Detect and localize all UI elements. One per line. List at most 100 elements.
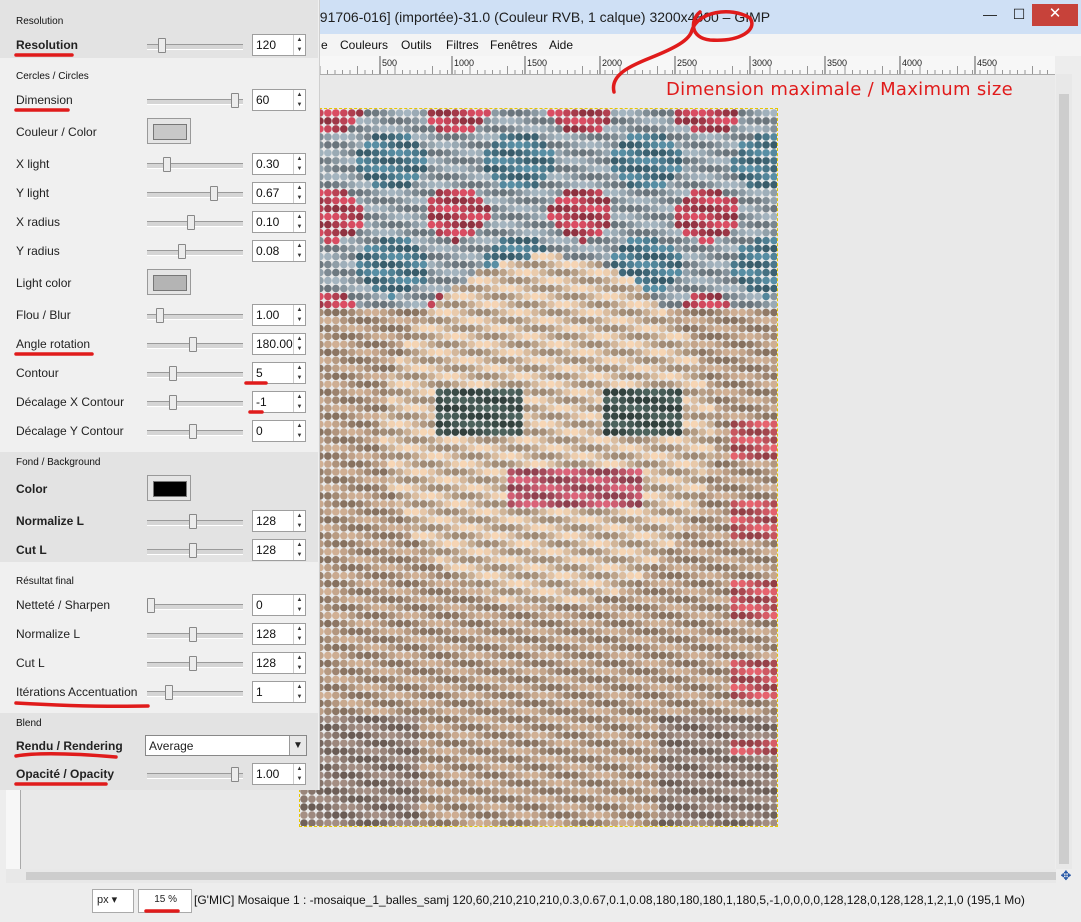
param-spinbox[interactable]: 0.08 ▲ ▼	[252, 240, 306, 262]
menu-item-couleurs[interactable]: Couleurs	[340, 38, 388, 52]
param-spinbox[interactable]: 120 ▲ ▼	[252, 34, 306, 56]
status-message: [G'MIC] Mosaique 1 : -mosaique_1_balles_…	[194, 893, 1025, 907]
param-spinbox[interactable]: 1.00 ▲ ▼	[252, 763, 306, 785]
rendering-select[interactable]: Average ▼	[145, 735, 307, 756]
horizontal-ruler[interactable]: 500 1000 1500 2000 2500 3000 3500 4000 4500	[320, 56, 1055, 75]
spin-arrows-icon[interactable]: ▲ ▼	[293, 305, 305, 325]
param-slider[interactable]	[147, 656, 243, 671]
spin-arrows-icon[interactable]: ▲ ▼	[293, 540, 305, 560]
slider-thumb[interactable]	[147, 598, 155, 613]
navigate-icon[interactable]: ✥	[1058, 869, 1074, 883]
param-slider[interactable]	[147, 308, 243, 323]
slider-thumb[interactable]	[189, 424, 197, 439]
param-slider[interactable]	[147, 38, 243, 53]
param-spinbox[interactable]: 1.00 ▲ ▼	[252, 304, 306, 326]
param-spinbox[interactable]: 1 ▲ ▼	[252, 681, 306, 703]
slider-thumb[interactable]	[231, 767, 239, 782]
param-label: Normalize L	[16, 627, 81, 641]
menu-item-filtres[interactable]: Filtres	[446, 38, 479, 52]
spin-arrows-icon[interactable]: ▲ ▼	[293, 35, 305, 55]
slider-thumb[interactable]	[189, 627, 197, 642]
param-spinbox[interactable]: 0 ▲ ▼	[252, 420, 306, 442]
vertical-scrollbar[interactable]	[1056, 74, 1072, 869]
param-value: 128	[256, 656, 277, 670]
param-slider[interactable]	[147, 767, 243, 782]
slider-thumb[interactable]	[163, 157, 171, 172]
close-button[interactable]: ✕	[1032, 4, 1078, 26]
spin-arrows-icon[interactable]: ▲ ▼	[293, 241, 305, 261]
param-spinbox[interactable]: 0 ▲ ▼	[252, 594, 306, 616]
zoom-select[interactable]: 15 %	[138, 889, 192, 913]
param-slider[interactable]	[147, 424, 243, 439]
param-slider[interactable]	[147, 543, 243, 558]
param-spinbox[interactable]: 0.10 ▲ ▼	[252, 211, 306, 233]
slider-thumb[interactable]	[165, 685, 173, 700]
spin-arrows-icon[interactable]: ▲ ▼	[293, 363, 305, 383]
slider-thumb[interactable]	[189, 337, 197, 352]
minimize-button[interactable]: —	[974, 4, 1006, 26]
spin-arrows-icon[interactable]: ▲ ▼	[293, 154, 305, 174]
slider-thumb[interactable]	[231, 93, 239, 108]
spin-arrows-icon[interactable]: ▲ ▼	[293, 764, 305, 784]
horizontal-scrollbar[interactable]	[6, 869, 1056, 883]
param-slider[interactable]	[147, 514, 243, 529]
param-slider[interactable]	[147, 157, 243, 172]
spin-arrows-icon[interactable]: ▲ ▼	[293, 392, 305, 412]
menu-item-truncated[interactable]: e	[321, 38, 328, 52]
param-spinbox[interactable]: 128 ▲ ▼	[252, 539, 306, 561]
slider-thumb[interactable]	[189, 543, 197, 558]
slider-thumb[interactable]	[158, 38, 166, 53]
param-value: 1.00	[256, 308, 280, 322]
slider-thumb[interactable]	[169, 366, 177, 381]
slider-thumb[interactable]	[187, 215, 195, 230]
param-spinbox[interactable]: -1 ▲ ▼	[252, 391, 306, 413]
slider-thumb[interactable]	[178, 244, 186, 259]
unit-select[interactable]: px ▾	[92, 889, 134, 913]
vertical-scroll-thumb[interactable]	[1059, 94, 1069, 864]
param-spinbox[interactable]: 0.67 ▲ ▼	[252, 182, 306, 204]
param-slider[interactable]	[147, 366, 243, 381]
spin-arrows-icon[interactable]: ▲ ▼	[293, 624, 305, 644]
param-slider[interactable]	[147, 186, 243, 201]
param-slider[interactable]	[147, 627, 243, 642]
spin-arrows-icon[interactable]: ▲ ▼	[293, 511, 305, 531]
param-spinbox[interactable]: 60 ▲ ▼	[252, 89, 306, 111]
ruler-tick-label: 3500	[827, 58, 847, 68]
spin-arrows-icon[interactable]: ▲ ▼	[293, 421, 305, 441]
spin-arrows-icon[interactable]: ▲ ▼	[293, 334, 305, 354]
param-slider[interactable]	[147, 685, 243, 700]
color-button[interactable]	[147, 118, 191, 144]
param-slider[interactable]	[147, 598, 243, 613]
horizontal-scroll-thumb[interactable]	[26, 872, 1056, 880]
spin-arrows-icon[interactable]: ▲ ▼	[293, 90, 305, 110]
light-color-button[interactable]	[147, 269, 191, 295]
param-spinbox[interactable]: 128 ▲ ▼	[252, 623, 306, 645]
slider-thumb[interactable]	[189, 656, 197, 671]
spin-arrows-icon[interactable]: ▲ ▼	[293, 682, 305, 702]
slider-thumb[interactable]	[210, 186, 218, 201]
param-spinbox[interactable]: 128 ▲ ▼	[252, 510, 306, 532]
spin-arrows-icon[interactable]: ▲ ▼	[293, 212, 305, 232]
param-slider[interactable]	[147, 215, 243, 230]
bg-color-button[interactable]	[147, 475, 191, 501]
slider-thumb[interactable]	[169, 395, 177, 410]
menu-item-outils[interactable]: Outils	[401, 38, 432, 52]
param-slider[interactable]	[147, 395, 243, 410]
param-slider[interactable]	[147, 93, 243, 108]
slider-thumb[interactable]	[189, 514, 197, 529]
param-slider[interactable]	[147, 244, 243, 259]
spin-arrows-icon[interactable]: ▲ ▼	[293, 595, 305, 615]
maximize-button[interactable]: ☐	[1006, 4, 1032, 26]
menu-item-fenetres[interactable]: Fenêtres	[490, 38, 537, 52]
param-spinbox[interactable]: 128 ▲ ▼	[252, 652, 306, 674]
slider-thumb[interactable]	[156, 308, 164, 323]
param-slider[interactable]	[147, 337, 243, 352]
spin-arrows-icon[interactable]: ▲ ▼	[293, 653, 305, 673]
spin-arrows-icon[interactable]: ▲ ▼	[293, 183, 305, 203]
section-title-final: Résultat final	[16, 576, 74, 587]
menu-item-aide[interactable]: Aide	[549, 38, 573, 52]
param-spinbox[interactable]: 180.00 ▲ ▼	[252, 333, 306, 355]
image-canvas[interactable]	[299, 108, 778, 827]
param-spinbox[interactable]: 5 ▲ ▼	[252, 362, 306, 384]
param-spinbox[interactable]: 0.30 ▲ ▼	[252, 153, 306, 175]
